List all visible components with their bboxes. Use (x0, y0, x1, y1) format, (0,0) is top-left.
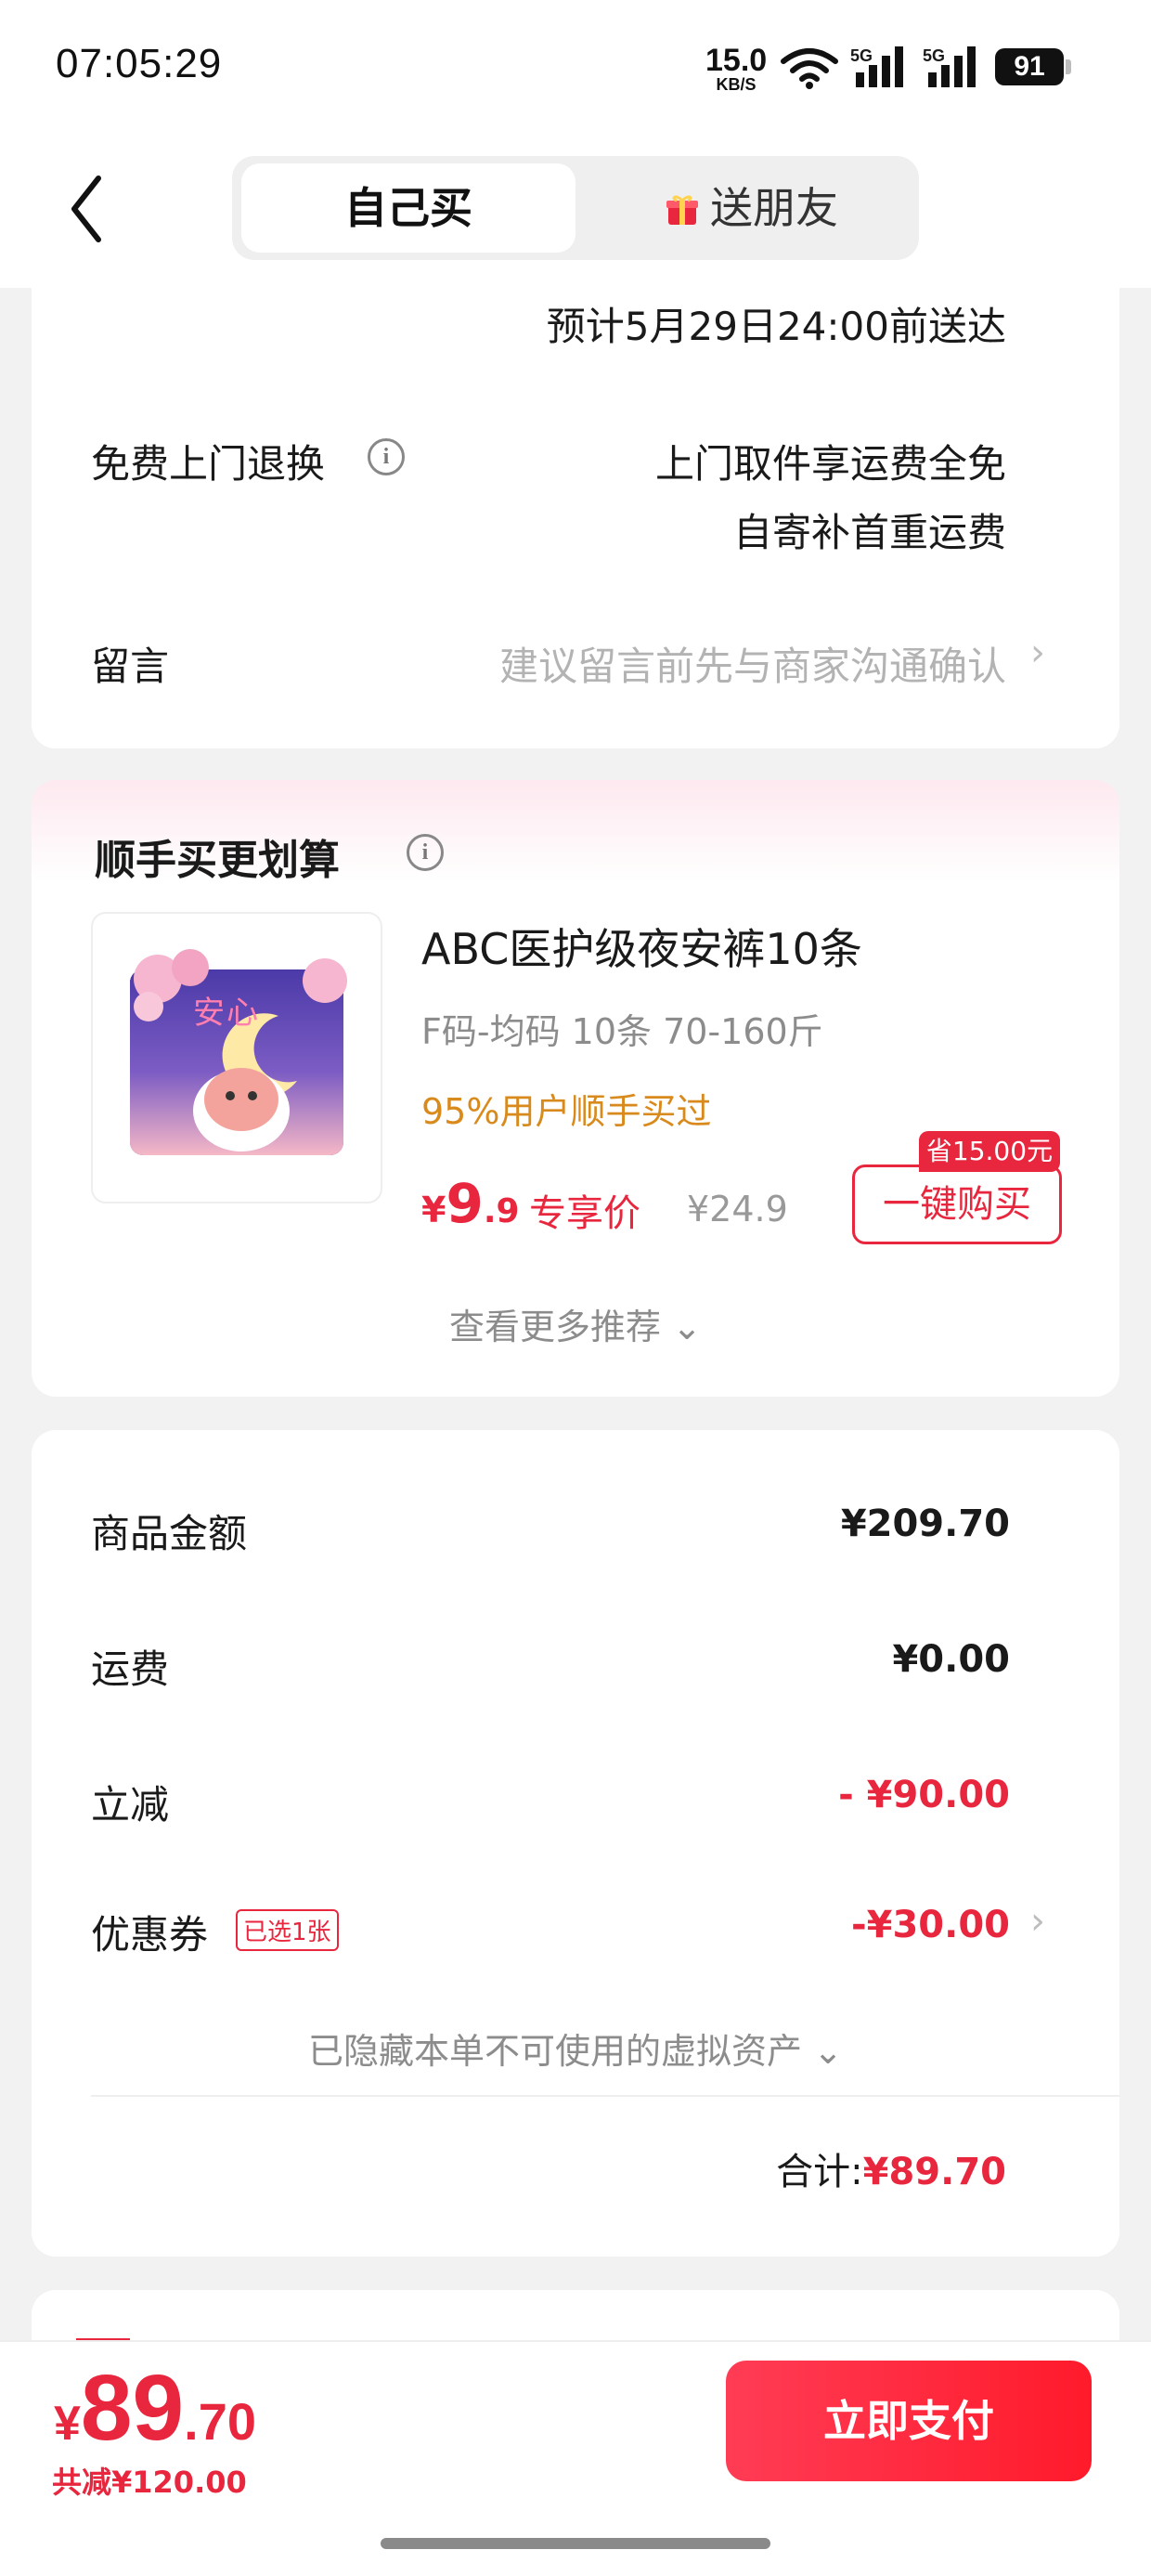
addon-product-spec: F码-均码 10条 70-160斤 (421, 1011, 823, 1052)
shipping-value: ¥0.00 (892, 1638, 1010, 1681)
addon-price: ¥9.9 (421, 1172, 520, 1235)
svg-text:安: 安 (193, 995, 225, 1032)
message-input[interactable]: 建议留言前先与商家沟通确认 (334, 635, 1006, 692)
wifi-icon (781, 48, 838, 89)
net-speed: 15.0 KB/S (705, 45, 767, 93)
signal-strength-icon (928, 46, 976, 87)
savings-badge: 省15.00元 (919, 1131, 1060, 1172)
product-image[interactable]: 安 心 (91, 912, 382, 1203)
battery-icon: 91 (995, 48, 1064, 85)
tab-send-to-friend-label: 送朋友 (710, 183, 838, 233)
hidden-assets-toggle[interactable]: 已隐藏本单不可使用的虚拟资产 ⌄ (232, 2023, 919, 2074)
coupon-selected-badge: 已选1张 (236, 1909, 339, 1951)
final-price-decimal: .70 (184, 2392, 257, 2451)
chevron-right-icon[interactable]: › (1030, 631, 1045, 674)
return-self-ship-text: 自寄补首重运费 (732, 510, 1006, 555)
chevron-down-icon: ⌄ (661, 1307, 702, 1347)
one-click-buy-button[interactable]: 一键购买 (852, 1164, 1062, 1244)
hidden-assets-label: 已隐藏本单不可使用的虚拟资产 (308, 2031, 803, 2072)
status-time: 07:05:29 (56, 41, 223, 86)
pay-now-button[interactable]: 立即支付 (726, 2361, 1092, 2481)
tab-buy-for-self[interactable]: 自己买 (241, 163, 576, 253)
chevron-right-icon[interactable]: › (1030, 1900, 1045, 1943)
price-currency: ¥ (421, 1190, 446, 1230)
product-package-image: 安 心 (130, 949, 347, 1155)
instant-discount-value: - ¥90.00 (838, 1774, 1010, 1816)
final-price-integer: 89 (80, 2356, 185, 2460)
home-indicator[interactable] (381, 2538, 770, 2549)
final-price: ¥89.70 (54, 2355, 256, 2462)
gift-icon (666, 195, 698, 225)
info-icon[interactable]: i (407, 834, 444, 871)
signal-strength-icon (856, 46, 903, 87)
free-return-label: 免费上门退换 (91, 441, 326, 487)
goods-amount-label: 商品金额 (91, 1511, 248, 1556)
back-arrow-icon[interactable] (65, 175, 121, 243)
coupon-value[interactable]: -¥30.00 (650, 1904, 1010, 1946)
see-more-recommendations[interactable]: 查看更多推荐 ⌄ (436, 1298, 715, 1349)
chevron-down-icon: ⌄ (802, 2031, 843, 2072)
exclusive-price-label: 专享价 (529, 1192, 640, 1235)
net-speed-unit: KB/S (716, 75, 757, 94)
message-label: 留言 (91, 644, 170, 689)
social-proof-text: 95%用户顺手买过 (421, 1091, 712, 1132)
return-pickup-text: 上门取件享运费全免 (654, 441, 1006, 487)
total-value: ¥89.70 (862, 2151, 1006, 2193)
price-decimal: .9 (483, 1192, 520, 1230)
shipping-label: 运费 (91, 1646, 170, 1692)
tab-send-to-friend[interactable]: 送朋友 (594, 163, 910, 253)
delivery-estimate: 预计5月29日24:00前送达 (546, 304, 1006, 349)
total-saved: 共减¥120.00 (52, 2465, 247, 2500)
instant-discount-label: 立减 (91, 1782, 170, 1828)
battery-tip (1066, 59, 1071, 74)
order-total: 合计:¥89.70 (557, 2141, 1006, 2195)
goods-amount-value: ¥209.70 (840, 1503, 1010, 1545)
original-price: ¥24.9 (687, 1189, 788, 1229)
price-integer: 9 (446, 1172, 484, 1235)
addon-title: 顺手买更划算 (95, 837, 340, 884)
addon-product-name[interactable]: ABC医护级夜安裤10条 (421, 916, 862, 977)
see-more-label: 查看更多推荐 (449, 1307, 662, 1347)
svg-text:心: 心 (226, 995, 258, 1032)
net-speed-value: 15.0 (705, 43, 768, 78)
coupon-label: 优惠券 (91, 1912, 209, 1958)
final-price-currency: ¥ (54, 2397, 81, 2451)
total-label: 合计: (776, 2151, 863, 2193)
divider (91, 2095, 1119, 2097)
info-icon[interactable]: i (368, 438, 405, 475)
